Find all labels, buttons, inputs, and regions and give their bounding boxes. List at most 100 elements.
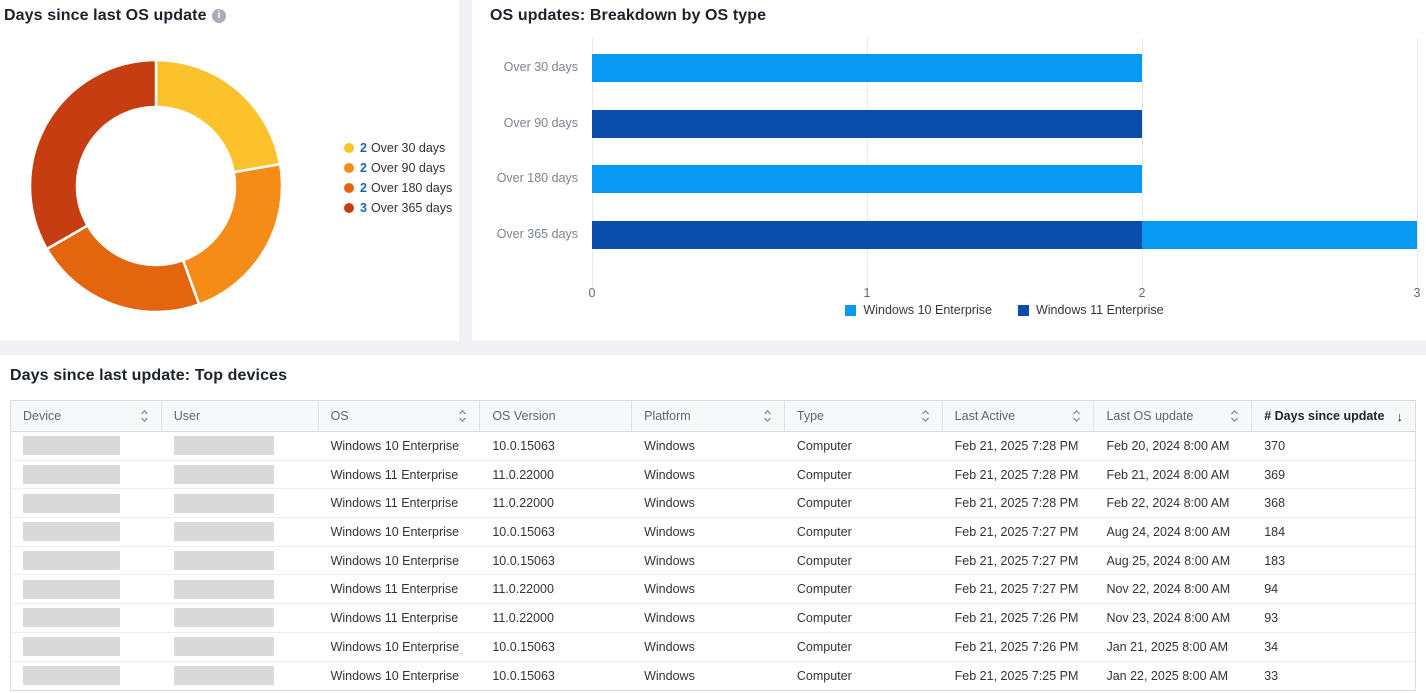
cell-text: 10.0.15063	[492, 525, 555, 539]
table-row[interactable]: Windows 11 Enterprise11.0.22000WindowsCo…	[11, 604, 1415, 633]
cell-text: Feb 20, 2024 8:00 AM	[1106, 439, 1229, 453]
table-row[interactable]: Windows 11 Enterprise 11.0.22000 Windows Co…	[11, 575, 1415, 604]
bar-over-365-days	[592, 221, 1417, 249]
cell-text: Feb 21, 2025 7:28 PM	[955, 439, 1079, 453]
cell-os-version: 10.0.15063	[480, 518, 632, 546]
cell-last-active: Feb 21, 2025 7:27 PM	[943, 547, 1095, 575]
table-row[interactable]: Windows 10 Enterprise10.0.15063WindowsCo…	[11, 547, 1415, 576]
cell-user	[162, 633, 319, 661]
redacted-value	[23, 580, 120, 599]
cell-type: Computer	[785, 604, 943, 632]
cell-type: Computer	[785, 633, 943, 661]
cell-text: 368	[1264, 496, 1285, 510]
bar-segment-windows-10-enterprise[interactable]	[1142, 221, 1417, 249]
cell-device	[11, 518, 162, 546]
cell-platform: Windows	[632, 575, 785, 603]
bar-segment-windows-10-enterprise[interactable]	[592, 54, 1142, 82]
cell-text: Computer	[797, 439, 852, 453]
cell-device	[11, 432, 162, 460]
column-header-os[interactable]: OS	[319, 401, 481, 431]
column-header-platform[interactable]: Platform	[632, 401, 785, 431]
column-label: OS	[331, 409, 455, 423]
cell-text: 11.0.22000	[492, 582, 554, 596]
cell-text: Windows	[644, 640, 695, 654]
cell-os: Windows 11 Enterprise	[319, 575, 481, 603]
bar-legend-item: Windows 10 Enterprise	[845, 303, 992, 317]
legend-label: Over 365 days	[371, 201, 452, 215]
column-label: Type	[797, 409, 917, 423]
table-row[interactable]: Windows 11 Enterprise11.0.22000WindowsCo…	[11, 489, 1415, 518]
cell-last-os-update: Nov 22, 2024 8:00 AM	[1094, 575, 1252, 603]
redacted-value	[174, 494, 274, 513]
cell-text: Feb 22, 2024 8:00 AM	[1106, 496, 1229, 510]
column-header-last-active[interactable]: Last Active	[943, 401, 1095, 431]
legend-value: 2	[360, 141, 367, 155]
cell-days-since-update: 183	[1252, 547, 1415, 575]
table-row[interactable]: Windows 10 Enterprise10.0.15063WindowsCo…	[11, 662, 1415, 691]
cell-user	[162, 575, 319, 603]
donut-legend-item: 2Over 30 days	[344, 138, 452, 158]
bar-segment-windows-11-enterprise[interactable]	[592, 110, 1142, 138]
table-row[interactable]: Windows 10 Enterprise10.0.15063WindowsCo…	[11, 633, 1415, 662]
cell-device	[11, 547, 162, 575]
cell-text: Computer	[797, 496, 852, 510]
cell-type: Computer	[785, 547, 943, 575]
column-label: User	[174, 409, 306, 423]
cell-type: Computer	[785, 432, 943, 460]
sort-carets-icon	[763, 409, 772, 423]
cell-days-since-update: 33	[1252, 662, 1415, 691]
legend-value: 3	[360, 201, 367, 215]
donut-slice-over-30-days[interactable]	[156, 60, 280, 172]
column-header-user[interactable]: User	[162, 401, 319, 431]
donut-slice-over-90-days[interactable]	[183, 164, 282, 304]
cell-last-active: Feb 21, 2025 7:27 PM	[943, 575, 1095, 603]
cell-last-os-update: Feb 20, 2024 8:00 AM	[1094, 432, 1252, 460]
cell-text: Windows 10 Enterprise	[331, 669, 460, 683]
redacted-value	[174, 666, 274, 685]
sort-carets-icon	[921, 409, 930, 423]
cell-user	[162, 518, 319, 546]
cell-text: Feb 21, 2025 7:25 PM	[955, 669, 1079, 683]
cell-text: 10.0.15063	[492, 669, 555, 683]
cell-os: Windows 11 Enterprise	[319, 461, 481, 489]
cell-text: Computer	[797, 669, 852, 683]
column-header-device[interactable]: Device	[11, 401, 162, 431]
cell-text: Feb 21, 2025 7:26 PM	[955, 611, 1079, 625]
cell-last-os-update: Aug 25, 2024 8:00 AM	[1094, 547, 1252, 575]
table-row[interactable]: Windows 10 Enterprise10.0.15063WindowsCo…	[11, 432, 1415, 461]
cell-device	[11, 575, 162, 603]
sort-carets-icon	[458, 409, 467, 423]
cell-text: Windows 11 Enterprise	[331, 611, 459, 625]
cell-text: Computer	[797, 554, 852, 568]
bar-segment-windows-10-enterprise[interactable]	[592, 165, 1142, 193]
cell-text: Computer	[797, 582, 852, 596]
table-row[interactable]: Windows 11 Enterprise11.0.22000WindowsCo…	[11, 461, 1415, 490]
cell-last-active: Feb 21, 2025 7:26 PM	[943, 633, 1095, 661]
column-header-type[interactable]: Type	[785, 401, 943, 431]
column-header-days-since-update[interactable]: # Days since update↓	[1252, 401, 1415, 431]
cell-platform: Windows	[632, 518, 785, 546]
cell-text: Aug 24, 2024 8:00 AM	[1106, 525, 1230, 539]
cell-days-since-update: 94	[1252, 575, 1415, 603]
cell-text: Feb 21, 2025 7:26 PM	[955, 640, 1079, 654]
bar-segment-windows-11-enterprise[interactable]	[592, 221, 1142, 249]
cell-type: Computer	[785, 489, 943, 517]
cell-device	[11, 489, 162, 517]
column-header-last-os-update[interactable]: Last OS update	[1094, 401, 1252, 431]
legend-label: Windows 11 Enterprise	[1036, 303, 1164, 317]
bar-category-label: Over 30 days	[480, 60, 578, 74]
cell-platform: Windows	[632, 432, 785, 460]
cell-days-since-update: 370	[1252, 432, 1415, 460]
cell-user	[162, 547, 319, 575]
table-row[interactable]: Windows 10 Enterprise10.0.15063WindowsCo…	[11, 518, 1415, 547]
cell-text: Computer	[797, 525, 852, 539]
redacted-value	[23, 666, 120, 685]
cell-os-version: 11.0.22000	[480, 604, 632, 632]
cell-text: 33	[1264, 669, 1278, 683]
column-header-os-version[interactable]: OS Version	[480, 401, 632, 431]
devices-table: Device User OS OS VersionPlatform Type Last A…	[10, 400, 1416, 691]
days-since-update-donut-card: Days since last OS update i 2Over 30 day…	[0, 0, 459, 341]
cell-last-os-update: Jan 22, 2025 8:00 AM	[1094, 662, 1252, 691]
donut-slice-over-180-days[interactable]	[47, 226, 199, 312]
donut-slice-over-365-days[interactable]	[30, 60, 156, 249]
